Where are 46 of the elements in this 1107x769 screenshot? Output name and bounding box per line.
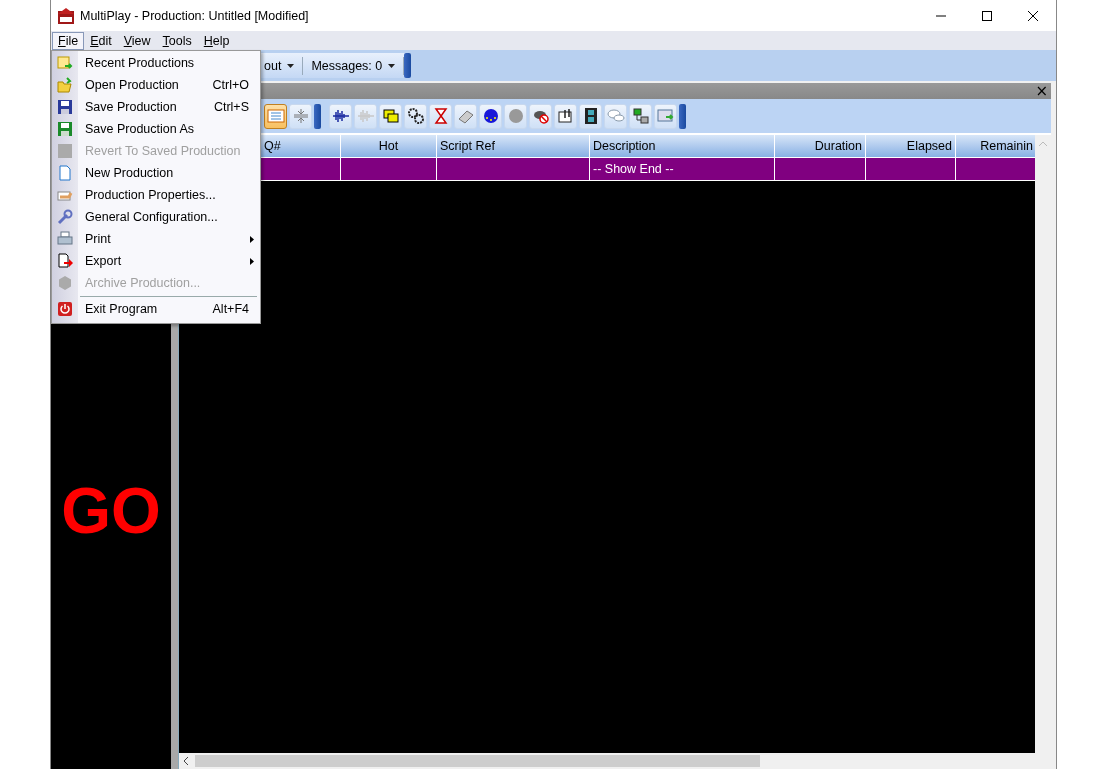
wrench-icon [57, 209, 73, 225]
menu-item[interactable]: Tools [156, 31, 198, 50]
folders-icon [381, 107, 400, 125]
menu-item[interactable]: Save Production Ctrl+S [52, 96, 260, 118]
menu-item[interactable]: File [52, 31, 85, 50]
speech-bubbles-icon [606, 107, 625, 125]
maximize-icon [982, 10, 992, 21]
export-icon [57, 253, 73, 269]
menu-item[interactable]: Open Production Ctrl+O [52, 74, 260, 96]
window-title: MultiPlay - Production: Untitled [Modified] [80, 8, 309, 23]
open-folder-icon [57, 77, 73, 93]
app-icon [58, 7, 74, 24]
menu-item[interactable]: Print [52, 228, 260, 250]
page-icon [57, 165, 73, 181]
menu-item[interactable]: Edit [84, 31, 118, 50]
waveform-icon [331, 107, 350, 125]
close-icon [1028, 10, 1038, 21]
dropdown-button[interactable]: Messages: 0 [303, 54, 404, 77]
music-notes-icon [556, 107, 575, 125]
hexagon-icon [57, 275, 73, 291]
close-button[interactable]: × [1032, 84, 1051, 98]
scroll-thumb[interactable] [195, 755, 760, 767]
waveform-icon [356, 107, 375, 125]
list-icon [266, 107, 285, 125]
menu-item[interactable]: Help [197, 31, 236, 50]
toolbar-handle[interactable] [404, 53, 412, 78]
network-icon [631, 107, 650, 125]
menu-item[interactable]: Production Properties... [52, 184, 260, 206]
caret-icon [287, 63, 295, 68]
blank-page-icon [57, 143, 73, 159]
toolbar-handle[interactable] [679, 103, 686, 129]
menu-item[interactable]: Exit Program Alt+F4 [52, 298, 260, 320]
circle-icon [506, 107, 525, 125]
printer-icon [57, 231, 73, 247]
go-label: GO [61, 479, 161, 543]
power-icon [57, 301, 73, 317]
dotted-circle-icon [481, 107, 500, 125]
gears-icon [406, 107, 425, 125]
menu-item[interactable]: View [117, 31, 157, 50]
menu-item[interactable]: Save Production As [52, 118, 260, 140]
scroll-left-icon[interactable] [183, 757, 189, 765]
collapse-icon [291, 107, 310, 125]
caret-icon [388, 63, 396, 68]
menu-item[interactable]: General Configuration... [52, 206, 260, 228]
menu-item[interactable]: Export [52, 250, 260, 272]
toolbar-handle[interactable] [314, 103, 321, 129]
